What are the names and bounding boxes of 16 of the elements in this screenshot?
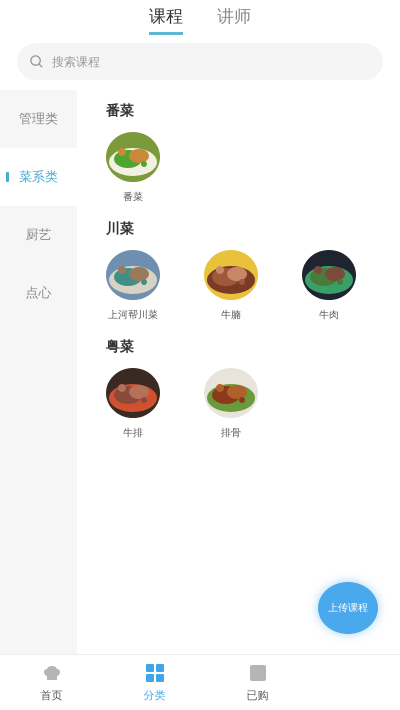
course-name[interactable]: 上河帮川菜 — [101, 308, 165, 322]
course-name[interactable]: 牛肉 — [297, 308, 361, 322]
section-title: 粤菜 — [106, 338, 135, 356]
course-name[interactable]: 牛排 — [101, 426, 165, 440]
course-name[interactable]: 排骨 — [199, 426, 263, 440]
search-field[interactable]: 搜索课程 — [17, 43, 383, 80]
top-tab[interactable]: 讲师 — [217, 5, 251, 35]
nav-tab[interactable]: 已购 — [206, 655, 309, 710]
section-title: 川菜 — [106, 220, 135, 238]
nav-tab[interactable]: 首页 — [0, 655, 103, 710]
course-name[interactable]: 牛腩 — [199, 308, 263, 322]
grid-icon — [144, 662, 164, 682]
selection-bar — [6, 172, 9, 182]
top-tab[interactable]: 课程 — [149, 5, 183, 35]
course-name[interactable]: 番菜 — [101, 190, 165, 204]
section-title: 番菜 — [106, 102, 135, 120]
